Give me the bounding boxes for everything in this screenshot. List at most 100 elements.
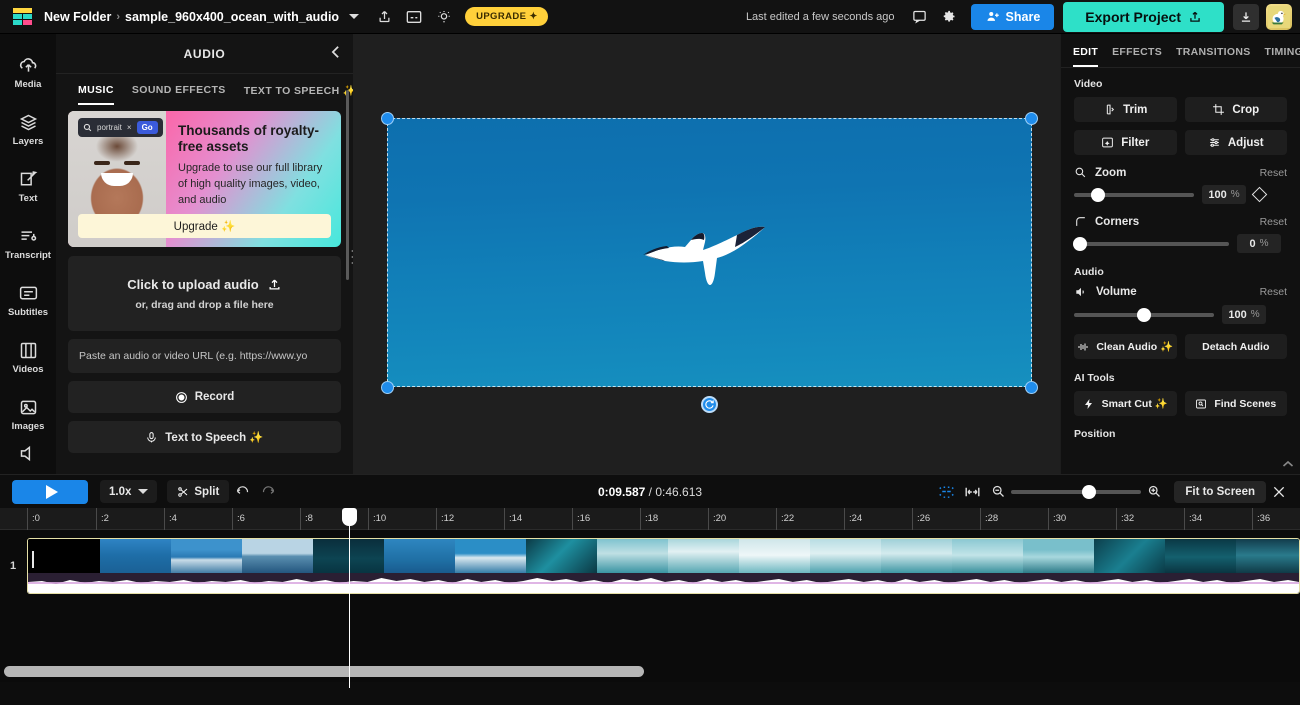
fit-between-icon[interactable] [959,480,985,504]
sidebar-item-transcript[interactable]: Transcript [0,215,56,272]
diamond-keyframe-icon[interactable] [1251,186,1268,203]
adjust-button[interactable]: Adjust [1184,130,1287,155]
promo-card[interactable]: portrait × Go Thousands of royalty-free … [68,111,341,247]
play-button[interactable] [12,479,88,504]
find-scenes-button[interactable]: Find Scenes [1184,391,1287,416]
tab-edit[interactable]: EDIT [1073,46,1099,67]
volume-control-row: Volume Reset [1074,285,1287,299]
resize-handle-bottom-right[interactable] [1025,381,1038,394]
bolt-icon [1084,398,1092,409]
chevron-down-icon[interactable] [339,4,369,30]
share-button[interactable]: Share [970,3,1055,30]
video-preview[interactable] [353,34,1060,474]
volume-value-field[interactable]: 100 % [1222,305,1266,324]
timecode-display: 0:09.587 / 0:46.613 [598,485,702,499]
corners-label: Corners [1095,215,1140,228]
tab-text-to-speech[interactable]: TEXT TO SPEECH ✨ [244,84,357,104]
volume-slider[interactable] [1074,307,1214,322]
sidebar-item-label: Subtitles [7,307,49,318]
text-to-speech-button[interactable]: Text to Speech ✨ [68,421,341,453]
detach-audio-button[interactable]: Detach Audio [1184,334,1287,359]
tab-sound-effects[interactable]: SOUND EFFECTS [132,84,226,103]
snap-magnet-icon[interactable] [933,480,959,504]
upload-audio-dropzone[interactable]: Click to upload audio or, drag and drop … [68,256,341,331]
lightbulb-icon[interactable] [429,4,459,30]
zoom-slider[interactable] [1074,187,1194,202]
record-button[interactable]: Record [68,381,341,413]
media-url-input[interactable] [68,339,341,373]
tab-music[interactable]: MUSIC [78,84,114,105]
redo-button[interactable] [255,480,281,504]
trim-icon [1106,104,1115,115]
panel-scrollbar[interactable] [346,90,349,280]
zoom-reset-button[interactable]: Reset [1260,167,1287,179]
gear-icon[interactable] [935,4,965,30]
ruler-tick: :36 [1252,508,1270,530]
promo-heading: Thousands of royalty-free assets [178,123,320,154]
close-timeline-icon[interactable] [1266,480,1292,504]
adjust-icon [1210,138,1219,147]
sidebar-item-label: Transcript [5,250,51,261]
timeline-body[interactable]: 1 [0,530,1300,682]
trim-button[interactable]: Trim [1074,97,1177,122]
avatar[interactable] [1266,3,1292,30]
zoom-out-icon[interactable] [985,480,1011,504]
undo-button[interactable] [229,480,255,504]
total-time: 0:46.613 [655,484,703,499]
resize-handle-bottom-left[interactable] [381,381,394,394]
resize-handle-top-left[interactable] [381,112,394,125]
corners-value: 0 [1249,237,1256,250]
playhead[interactable] [342,508,357,688]
tab-transitions[interactable]: TRANSITIONS [1176,46,1250,67]
volume-reset-button[interactable]: Reset [1260,286,1287,298]
promo-upgrade-button[interactable]: Upgrade ✨ [78,214,331,238]
volume-slider-knob[interactable] [1137,307,1151,322]
upgrade-button[interactable]: UPGRADE ✦ [465,7,548,26]
corners-value-field[interactable]: 0 % [1237,234,1281,253]
upgrade-label: UPGRADE [476,11,527,22]
tab-timing[interactable]: TIMING [1265,46,1300,67]
share-icon[interactable] [369,4,399,30]
timeline-ruler[interactable]: :0 :2 :4 :6 :8 :10 :12 :14 :16 :18 :20 :… [0,508,1300,530]
comment-icon[interactable] [905,4,935,30]
timeline-zoom-knob[interactable] [1082,484,1097,499]
corners-slider[interactable] [1073,236,1229,251]
scene-search-icon [1196,399,1207,408]
sidebar-item-videos[interactable]: Videos [0,329,56,386]
timeline-clip[interactable] [27,538,1300,594]
horizontal-scrollbar[interactable] [4,666,644,677]
timeline-zoom-slider[interactable] [1011,484,1142,499]
breadcrumb-project-name[interactable]: sample_960x400_ocean_with_audio [125,10,339,24]
chevron-up-icon[interactable] [1282,460,1294,470]
sidebar-item-subtitles[interactable]: Subtitles [0,272,56,329]
rotate-icon[interactable] [701,396,718,413]
filter-button[interactable]: Filter [1074,130,1177,155]
captions-icon[interactable] [399,4,429,30]
download-button[interactable] [1233,3,1259,30]
breadcrumb-separator: › [116,10,121,23]
sidebar-item-text[interactable]: Text [0,158,56,215]
sidebar-item-images[interactable]: Images [0,386,56,443]
split-button[interactable]: Split [167,480,230,503]
zoom-slider-knob[interactable] [1091,187,1105,202]
breadcrumb-folder[interactable]: New Folder [44,10,111,24]
clean-audio-button[interactable]: Clean Audio ✨ [1074,334,1177,359]
resize-handle-top-right[interactable] [1025,112,1038,125]
fit-to-screen-button[interactable]: Fit to Screen [1174,480,1266,503]
chevron-left-icon[interactable] [330,45,341,64]
tab-effects[interactable]: EFFECTS [1112,46,1162,67]
app-logo[interactable] [8,7,38,26]
corners-slider-knob[interactable] [1073,236,1087,251]
sidebar-item-audio[interactable] [0,443,56,473]
sidebar-item-layers[interactable]: Layers [0,101,56,158]
playhead-handle[interactable] [342,508,357,526]
export-project-button[interactable]: Export Project [1063,1,1224,32]
smart-cut-button[interactable]: Smart Cut ✨ [1074,391,1177,416]
crop-button[interactable]: Crop [1184,97,1287,122]
corners-reset-button[interactable]: Reset [1260,216,1287,228]
zoom-in-icon[interactable] [1141,480,1167,504]
sidebar-item-media[interactable]: Media [0,44,56,101]
zoom-value-field[interactable]: 100 % [1202,185,1246,204]
playback-speed-selector[interactable]: 1.0x [100,480,158,503]
crop-icon [1213,104,1225,115]
